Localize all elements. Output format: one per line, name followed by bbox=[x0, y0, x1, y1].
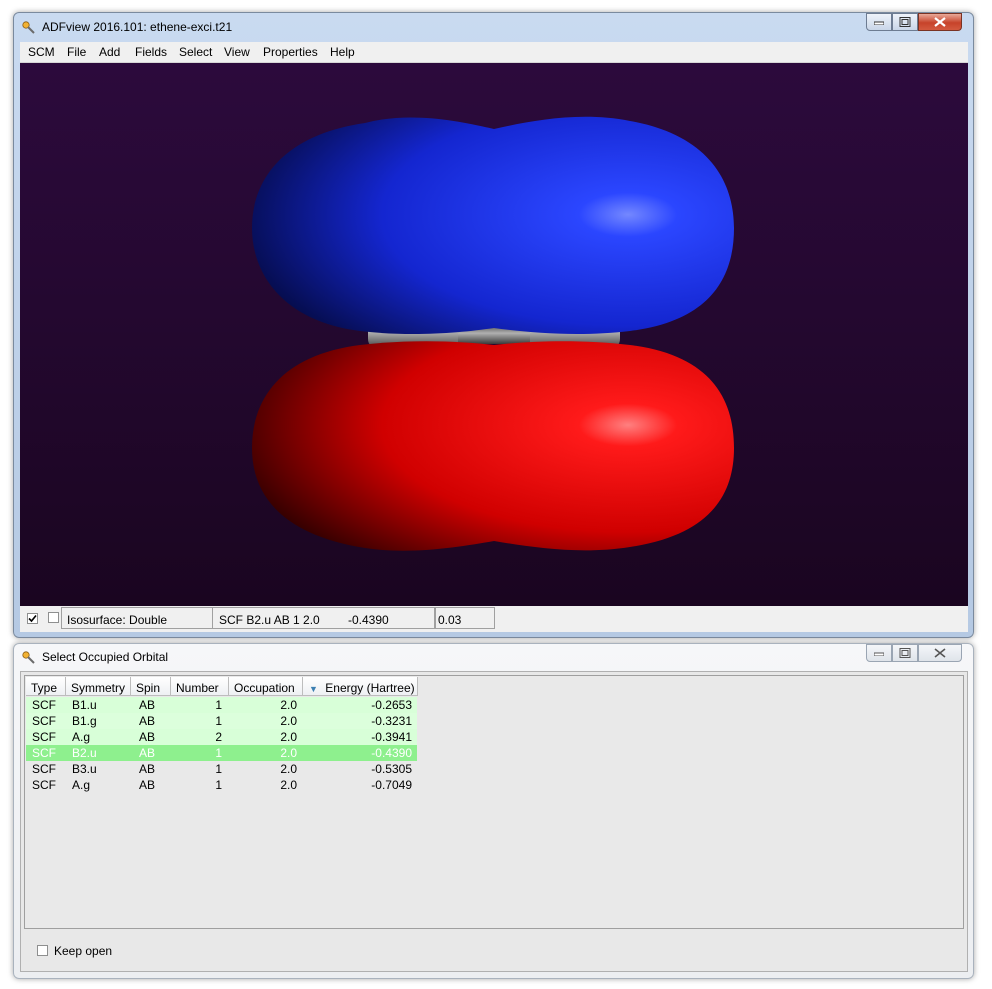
main-window: ADFview 2016.101: ethene-exci.t21 SCM Fi… bbox=[13, 12, 974, 638]
cell-type: SCF bbox=[32, 778, 56, 792]
column-header-energy[interactable]: ▼ Energy (Hartree) bbox=[303, 677, 418, 696]
visibility-checkbox[interactable] bbox=[27, 613, 38, 624]
menu-select[interactable]: Select bbox=[179, 45, 212, 59]
maximize-button[interactable] bbox=[892, 644, 918, 662]
minimize-icon bbox=[874, 21, 884, 25]
cell-energy: -0.7049 bbox=[371, 778, 412, 792]
cell-occupation: 2.0 bbox=[280, 746, 297, 760]
cell-occupation: 2.0 bbox=[280, 714, 297, 728]
cell-number: 2 bbox=[215, 730, 222, 744]
menu-add[interactable]: Add bbox=[99, 45, 120, 59]
minimize-icon bbox=[874, 652, 884, 656]
cell-spin: AB bbox=[139, 698, 156, 712]
close-icon bbox=[934, 648, 946, 658]
table-row[interactable]: SCF B1.u AB 1 2.0 -0.2653 bbox=[26, 697, 417, 713]
orbital-lobe-positive bbox=[252, 116, 734, 335]
cell-symmetry: A.g bbox=[72, 730, 91, 744]
cell-energy: -0.5305 bbox=[371, 762, 412, 776]
cell-symmetry: B3.u bbox=[72, 762, 97, 776]
orbital-energy: -0.4390 bbox=[348, 613, 389, 627]
select-orbital-window: Select Occupied Orbital Type Symmetry Sp… bbox=[13, 643, 974, 979]
cell-number: 1 bbox=[215, 778, 222, 792]
orbital-3d-rendering bbox=[252, 116, 734, 551]
maximize-button[interactable] bbox=[892, 13, 918, 31]
cell-spin: AB bbox=[139, 778, 156, 792]
close-button[interactable] bbox=[918, 13, 962, 31]
cell-energy: -0.4390 bbox=[371, 746, 412, 760]
menu-bar: SCM File Add Fields Select View Properti… bbox=[20, 42, 968, 63]
cell-spin: AB bbox=[139, 762, 156, 776]
column-header-type[interactable]: Type bbox=[26, 677, 66, 696]
orbital-info: SCF B2.u AB 1 2.0 bbox=[219, 613, 320, 627]
cell-symmetry: B1.g bbox=[72, 714, 97, 728]
title-bar[interactable]: ADFview 2016.101: ethene-exci.t21 bbox=[14, 13, 973, 41]
keep-open-label: Keep open bbox=[54, 944, 113, 958]
cell-energy: -0.3231 bbox=[371, 714, 412, 728]
restore-icon bbox=[899, 648, 911, 658]
table-row[interactable]: SCF A.g AB 1 2.0 -0.7049 bbox=[26, 777, 417, 793]
close-button[interactable] bbox=[918, 644, 962, 662]
restore-icon bbox=[899, 17, 911, 27]
table-row[interactable]: SCF A.g AB 2 2.0 -0.3941 bbox=[26, 729, 417, 745]
cell-number: 1 bbox=[215, 762, 222, 776]
orbital-info-field[interactable]: SCF B2.u AB 1 2.0 -0.4390 bbox=[212, 607, 435, 629]
status-bar: Isosurface: Double SCF B2.u AB 1 2.0 -0.… bbox=[20, 606, 968, 632]
cell-occupation: 2.0 bbox=[280, 778, 297, 792]
cell-symmetry: B2.u bbox=[72, 746, 97, 760]
cell-occupation: 2.0 bbox=[280, 730, 297, 744]
cell-spin: AB bbox=[139, 730, 156, 744]
column-header-spin[interactable]: Spin bbox=[131, 677, 171, 696]
cell-occupation: 2.0 bbox=[280, 698, 297, 712]
adf-app-icon bbox=[22, 651, 35, 664]
table-row[interactable]: SCF B1.g AB 1 2.0 -0.3231 bbox=[26, 713, 417, 729]
menu-view[interactable]: View bbox=[224, 45, 250, 59]
isosurface-type-field[interactable]: Isosurface: Double bbox=[61, 607, 213, 629]
table-row-selected[interactable]: SCF B2.u AB 1 2.0 -0.4390 bbox=[26, 745, 417, 761]
menu-scm[interactable]: SCM bbox=[28, 45, 55, 59]
table-row[interactable]: SCF B3.u AB 1 2.0 -0.5305 bbox=[26, 761, 417, 777]
close-icon bbox=[934, 17, 946, 27]
column-header-occupation[interactable]: Occupation bbox=[229, 677, 303, 696]
cell-number: 1 bbox=[215, 746, 222, 760]
cell-symmetry: B1.u bbox=[72, 698, 97, 712]
menu-fields[interactable]: Fields bbox=[135, 45, 167, 59]
cell-number: 1 bbox=[215, 714, 222, 728]
menu-help[interactable]: Help bbox=[330, 45, 355, 59]
isosurface-label: Isosurface: Double bbox=[67, 613, 168, 627]
minimize-button[interactable] bbox=[866, 13, 892, 31]
adf-app-icon bbox=[22, 21, 35, 34]
molecule-viewport[interactable] bbox=[20, 63, 968, 606]
cell-spin: AB bbox=[139, 746, 156, 760]
cell-number: 1 bbox=[215, 698, 222, 712]
orbital-panel: Type Symmetry Spin Number Occupation ▼ E… bbox=[20, 671, 968, 972]
cell-type: SCF bbox=[32, 698, 56, 712]
isovalue-text: 0.03 bbox=[438, 613, 462, 627]
energy-header-label: Energy (Hartree) bbox=[325, 681, 415, 695]
orbital-lobe-negative bbox=[252, 341, 734, 551]
orbital-title-bar[interactable]: Select Occupied Orbital bbox=[14, 644, 973, 670]
cell-symmetry: A.g bbox=[72, 778, 91, 792]
cell-occupation: 2.0 bbox=[280, 762, 297, 776]
keep-open-checkbox[interactable] bbox=[37, 945, 48, 956]
minimize-button[interactable] bbox=[866, 644, 892, 662]
cell-type: SCF bbox=[32, 714, 56, 728]
orbital-window-title: Select Occupied Orbital bbox=[42, 650, 169, 664]
cell-type: SCF bbox=[32, 762, 56, 776]
menu-file[interactable]: File bbox=[67, 45, 86, 59]
checkmark-icon bbox=[28, 614, 37, 623]
orbital-table[interactable]: Type Symmetry Spin Number Occupation ▼ E… bbox=[24, 675, 964, 929]
sort-descending-icon: ▼ bbox=[309, 684, 318, 694]
secondary-checkbox[interactable] bbox=[48, 612, 59, 623]
cell-energy: -0.3941 bbox=[371, 730, 412, 744]
isovalue-input[interactable]: 0.03 bbox=[435, 607, 495, 629]
column-header-symmetry[interactable]: Symmetry bbox=[66, 677, 131, 696]
cell-type: SCF bbox=[32, 730, 56, 744]
window-title: ADFview 2016.101: ethene-exci.t21 bbox=[42, 20, 233, 34]
cell-energy: -0.2653 bbox=[371, 698, 412, 712]
cell-spin: AB bbox=[139, 714, 156, 728]
column-header-number[interactable]: Number bbox=[171, 677, 229, 696]
cell-type: SCF bbox=[32, 746, 56, 760]
menu-properties[interactable]: Properties bbox=[263, 45, 318, 59]
